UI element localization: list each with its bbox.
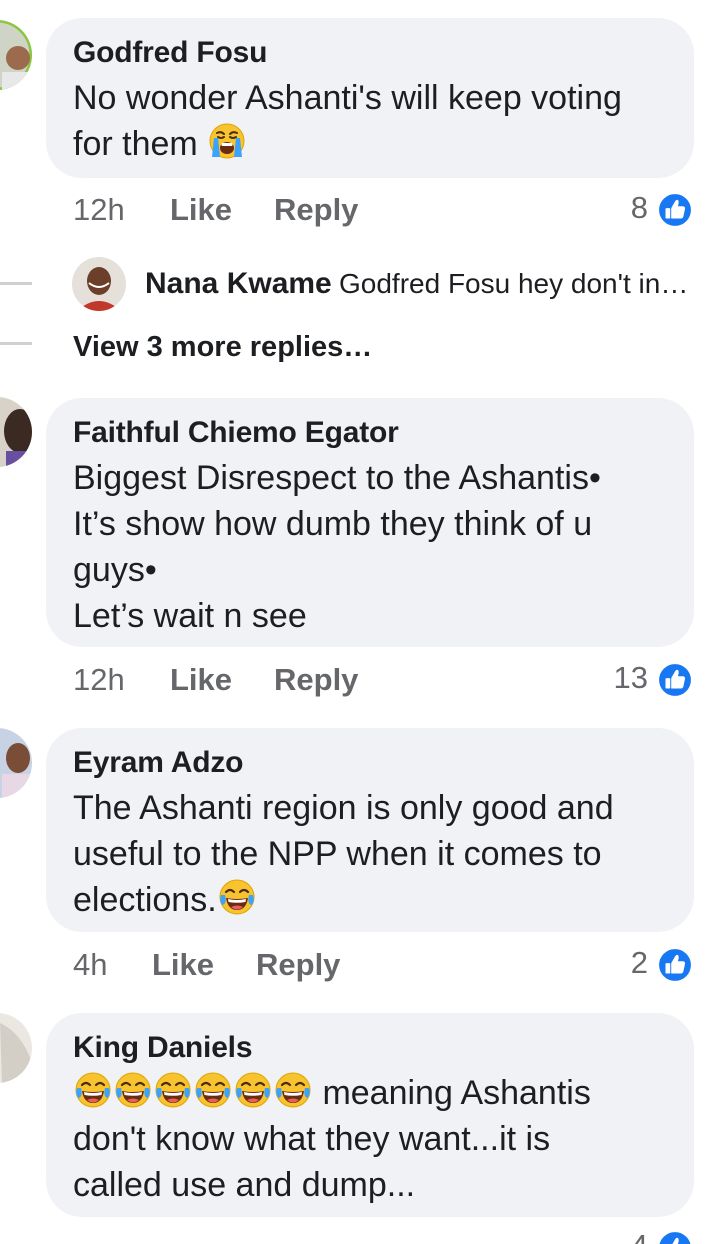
comment-actions: 12h Like Reply	[73, 660, 473, 700]
comment-timestamp[interactable]: 12h	[73, 660, 125, 700]
reaction-summary[interactable]: 4	[574, 1226, 694, 1244]
face-with-tears-of-joy-icon	[153, 1070, 193, 1110]
comment-author[interactable]: King Daniels	[73, 1031, 668, 1065]
comment-author[interactable]: Godfred Fosu	[73, 36, 668, 70]
thumbs-up-icon	[656, 661, 694, 699]
reply-text: Godfred Fosu hey don't in…	[339, 268, 689, 299]
face-with-tears-of-joy-icon	[113, 1070, 153, 1110]
face-with-tears-of-joy-icon	[233, 1070, 273, 1110]
reaction-summary[interactable]: 2	[574, 943, 694, 983]
comment-line: The Ashanti region is only good and	[73, 789, 614, 827]
thumbs-up-icon	[656, 946, 694, 984]
comment-actions: 4h Like Reply	[73, 945, 473, 985]
like-button[interactable]: Like	[170, 660, 232, 700]
comment-author[interactable]: Faithful Chiemo Egator	[73, 416, 668, 450]
reply-author[interactable]: Nana Kwame	[145, 265, 332, 303]
comment-bubble: Eyram Adzo The Ashanti region is only go…	[46, 728, 694, 932]
view-more-replies-link[interactable]: View 3 more replies…	[73, 328, 372, 366]
comment-text: meaning Ashantis don't know what they wa…	[73, 1070, 668, 1208]
comment-line: don't know what they want...it is	[73, 1120, 551, 1158]
thread-line	[0, 282, 32, 285]
face-with-tears-of-joy-icon	[217, 877, 257, 917]
comment-line: No wonder Ashanti's will keep voting	[73, 79, 622, 117]
comment-line: useful to the NPP when it comes to	[73, 835, 602, 873]
reply-button[interactable]: Reply	[274, 660, 358, 700]
comment-line: called use and dump...	[73, 1166, 416, 1204]
face-with-tears-of-joy-icon	[193, 1070, 233, 1110]
reply-button[interactable]: Reply	[256, 945, 340, 985]
face-with-tears-of-joy-icon	[73, 1070, 113, 1110]
thumbs-up-icon	[656, 191, 694, 229]
comment-text: No wonder Ashanti's will keep voting for…	[73, 75, 668, 167]
comment-actions: 12h Like Reply	[73, 190, 473, 230]
loudly-crying-face-icon	[207, 121, 247, 161]
reaction-count: 13	[613, 660, 648, 695]
like-button[interactable]: Like	[152, 945, 214, 985]
face-with-tears-of-joy-icon	[273, 1070, 313, 1110]
comment-line: elections.	[73, 881, 217, 919]
reaction-summary[interactable]: 13	[574, 658, 694, 698]
comment-line: guys•	[73, 551, 157, 589]
thread-line	[0, 342, 32, 345]
comment-line: Biggest Disrespect to the Ashantis•	[73, 459, 601, 497]
comment-bubble: King Daniels meaning Ashantis don't know…	[46, 1013, 694, 1217]
comment-line: meaning Ashantis	[313, 1074, 591, 1112]
reply-preview[interactable]: Nana Kwame Godfred Fosu hey don't in…	[72, 257, 712, 311]
reaction-count: 2	[630, 945, 648, 980]
reaction-count: 4	[631, 1226, 648, 1244]
comments-feed: Godfred Fosu No wonder Ashanti's will ke…	[0, 0, 720, 1244]
reply-avatar[interactable]	[72, 257, 126, 311]
commenter-avatar[interactable]	[0, 20, 32, 90]
comment-line: It’s show how dumb they think of u	[73, 505, 593, 543]
comment-author[interactable]: Eyram Adzo	[73, 746, 668, 780]
like-button[interactable]: Like	[170, 190, 232, 230]
reply-button[interactable]: Reply	[274, 190, 358, 230]
comment-timestamp[interactable]: 12h	[73, 190, 125, 230]
commenter-avatar[interactable]	[0, 1013, 32, 1083]
thumbs-up-icon	[656, 1229, 694, 1244]
comment-line: for them	[73, 125, 198, 163]
comment-timestamp[interactable]: 4h	[73, 945, 107, 985]
reaction-count: 8	[630, 190, 648, 225]
reaction-summary[interactable]: 8	[574, 188, 694, 228]
comment-bubble: Faithful Chiemo Egator Biggest Disrespec…	[46, 398, 694, 647]
commenter-avatar[interactable]	[0, 397, 32, 467]
comment-text: Biggest Disrespect to the Ashantis• It’s…	[73, 455, 668, 639]
commenter-avatar[interactable]	[0, 728, 32, 798]
comment-bubble: Godfred Fosu No wonder Ashanti's will ke…	[46, 18, 694, 178]
comment-line: Let’s wait n see	[73, 597, 307, 635]
comment-text: The Ashanti region is only good and usef…	[73, 785, 668, 923]
